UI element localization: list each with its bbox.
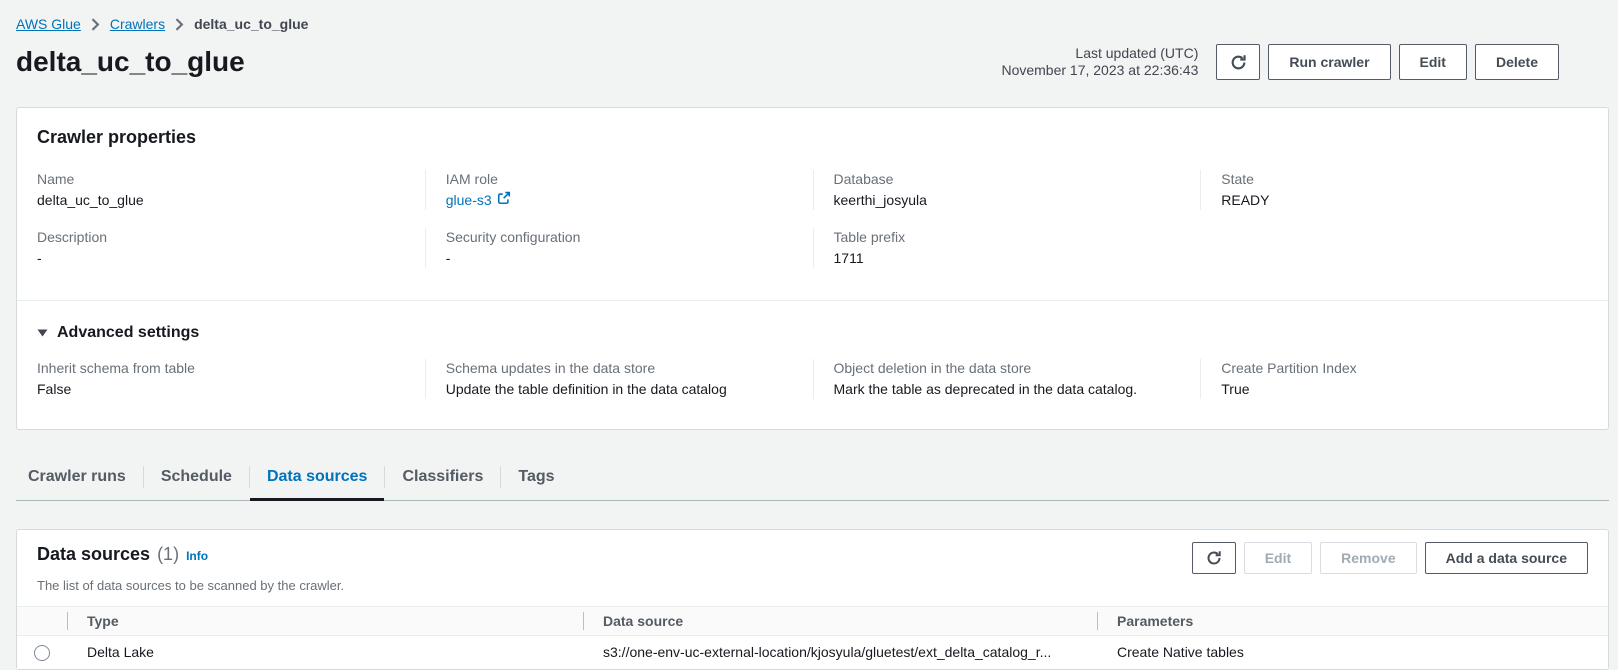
page-header: delta_uc_to_glue Last updated (UTC) Nove… [16,44,1559,80]
column-header-parameters-label: Parameters [1117,613,1193,629]
refresh-icon [1230,54,1247,71]
advanced-settings-grid: Inherit schema from table False Schema u… [37,359,1588,399]
breadcrumb-link-crawlers[interactable]: Crawlers [110,14,165,34]
field-object-deletion: Object deletion in the data store Mark t… [813,359,1201,399]
column-divider [67,612,68,630]
tab-schedule[interactable]: Schedule [144,458,249,500]
field-partition-index-value: True [1221,379,1568,399]
field-object-deletion-value: Mark the table as deprecated in the data… [834,379,1181,399]
column-divider [583,612,584,630]
tab-classifiers[interactable]: Classifiers [385,458,500,500]
data-sources-description: The list of data sources to be scanned b… [17,577,1608,595]
column-header-data-source: Data source [583,607,1097,636]
field-security-configuration-value: - [446,248,793,268]
data-sources-title: Data sources [37,542,150,566]
field-description-label: Description [37,228,405,246]
advanced-settings-title: Advanced settings [57,323,199,343]
field-object-deletion-label: Object deletion in the data store [834,359,1181,377]
field-security-configuration: Security configuration - [425,228,813,268]
last-updated-value: November 17, 2023 at 22:36:43 [1001,62,1198,79]
data-sources-count: (1) [157,542,179,566]
chevron-right-icon [175,18,184,31]
field-iam-role: IAM role glue-s3 [425,170,813,210]
page-title: delta_uc_to_glue [16,46,245,78]
data-sources-table: Type Data source Parameters Delta Lake s… [17,606,1608,669]
tab-crawler-runs[interactable]: Crawler runs [16,458,143,500]
breadcrumb-link-aws-glue[interactable]: AWS Glue [16,14,81,34]
add-data-source-button[interactable]: Add a data source [1425,542,1588,574]
data-sources-actions: Edit Remove Add a data source [1192,542,1588,574]
edit-button[interactable]: Edit [1399,44,1467,80]
field-table-prefix: Table prefix 1711 [813,228,1201,268]
data-sources-edit-button[interactable]: Edit [1244,542,1312,574]
row-select-radio[interactable] [34,645,50,661]
column-header-parameters: Parameters [1097,607,1608,636]
breadcrumb-current: delta_uc_to_glue [194,14,308,34]
info-link[interactable]: Info [186,544,208,568]
external-link-icon [497,190,511,210]
field-state: State READY [1200,170,1588,210]
chevron-right-icon [91,18,100,31]
field-database: Database keerthi_josyula [813,170,1201,210]
field-database-value: keerthi_josyula [834,190,1181,210]
field-table-prefix-value: 1711 [834,248,1181,268]
field-description: Description - [37,228,425,268]
tab-data-sources[interactable]: Data sources [250,458,385,500]
breadcrumb: AWS Glue Crawlers delta_uc_to_glue [0,0,1618,34]
refresh-button[interactable] [1216,44,1260,80]
field-inherit-schema-value: False [37,379,405,399]
last-updated: Last updated (UTC) November 17, 2023 at … [1001,45,1198,79]
properties-divider [17,300,1608,301]
column-divider [1097,612,1098,630]
field-description-value: - [37,248,405,268]
field-name-label: Name [37,170,405,188]
field-schema-updates-value: Update the table definition in the data … [446,379,793,399]
tab-bar: Crawler runs Schedule Data sources Class… [16,458,1609,501]
data-sources-header: Data sources (1) Info Edit Remove Add a … [17,530,1608,574]
field-state-label: State [1221,170,1568,188]
data-sources-remove-button[interactable]: Remove [1320,542,1416,574]
field-schema-updates: Schema updates in the data store Update … [425,359,813,399]
advanced-settings-toggle[interactable]: Advanced settings [37,323,199,343]
caret-down-icon [37,323,48,343]
field-schema-updates-label: Schema updates in the data store [446,359,793,377]
field-empty [1200,228,1588,268]
run-crawler-button[interactable]: Run crawler [1268,44,1390,80]
data-sources-refresh-button[interactable] [1192,542,1236,574]
selection-column-header [17,607,67,636]
iam-role-link[interactable]: glue-s3 [446,190,511,210]
delete-button[interactable]: Delete [1475,44,1559,80]
tab-tags[interactable]: Tags [501,458,571,500]
field-iam-role-label: IAM role [446,170,793,188]
field-state-value: READY [1221,190,1568,210]
field-partition-index-label: Create Partition Index [1221,359,1568,377]
crawler-properties-grid: Name delta_uc_to_glue IAM role glue-s3 [37,170,1588,268]
iam-role-link-text: glue-s3 [446,190,492,210]
column-header-type: Type [67,607,583,636]
field-database-label: Database [834,170,1181,188]
field-partition-index: Create Partition Index True [1200,359,1588,399]
field-table-prefix-label: Table prefix [834,228,1181,246]
field-name-value: delta_uc_to_glue [37,190,405,210]
last-updated-label: Last updated (UTC) [1001,45,1198,62]
field-inherit-schema-label: Inherit schema from table [37,359,405,377]
page-actions: Last updated (UTC) November 17, 2023 at … [1001,44,1559,80]
field-inherit-schema: Inherit schema from table False [37,359,425,399]
refresh-icon [1206,550,1222,566]
field-security-configuration-label: Security configuration [446,228,793,246]
crawler-properties-title: Crawler properties [37,126,1588,148]
table-header-row: Type Data source Parameters [17,607,1608,636]
crawler-properties-panel: Crawler properties Name delta_uc_to_glue… [16,107,1609,430]
column-header-data-source-label: Data source [603,613,683,629]
data-sources-panel: Data sources (1) Info Edit Remove Add a … [16,529,1609,670]
column-header-type-label: Type [87,613,119,629]
field-name: Name delta_uc_to_glue [37,170,425,210]
